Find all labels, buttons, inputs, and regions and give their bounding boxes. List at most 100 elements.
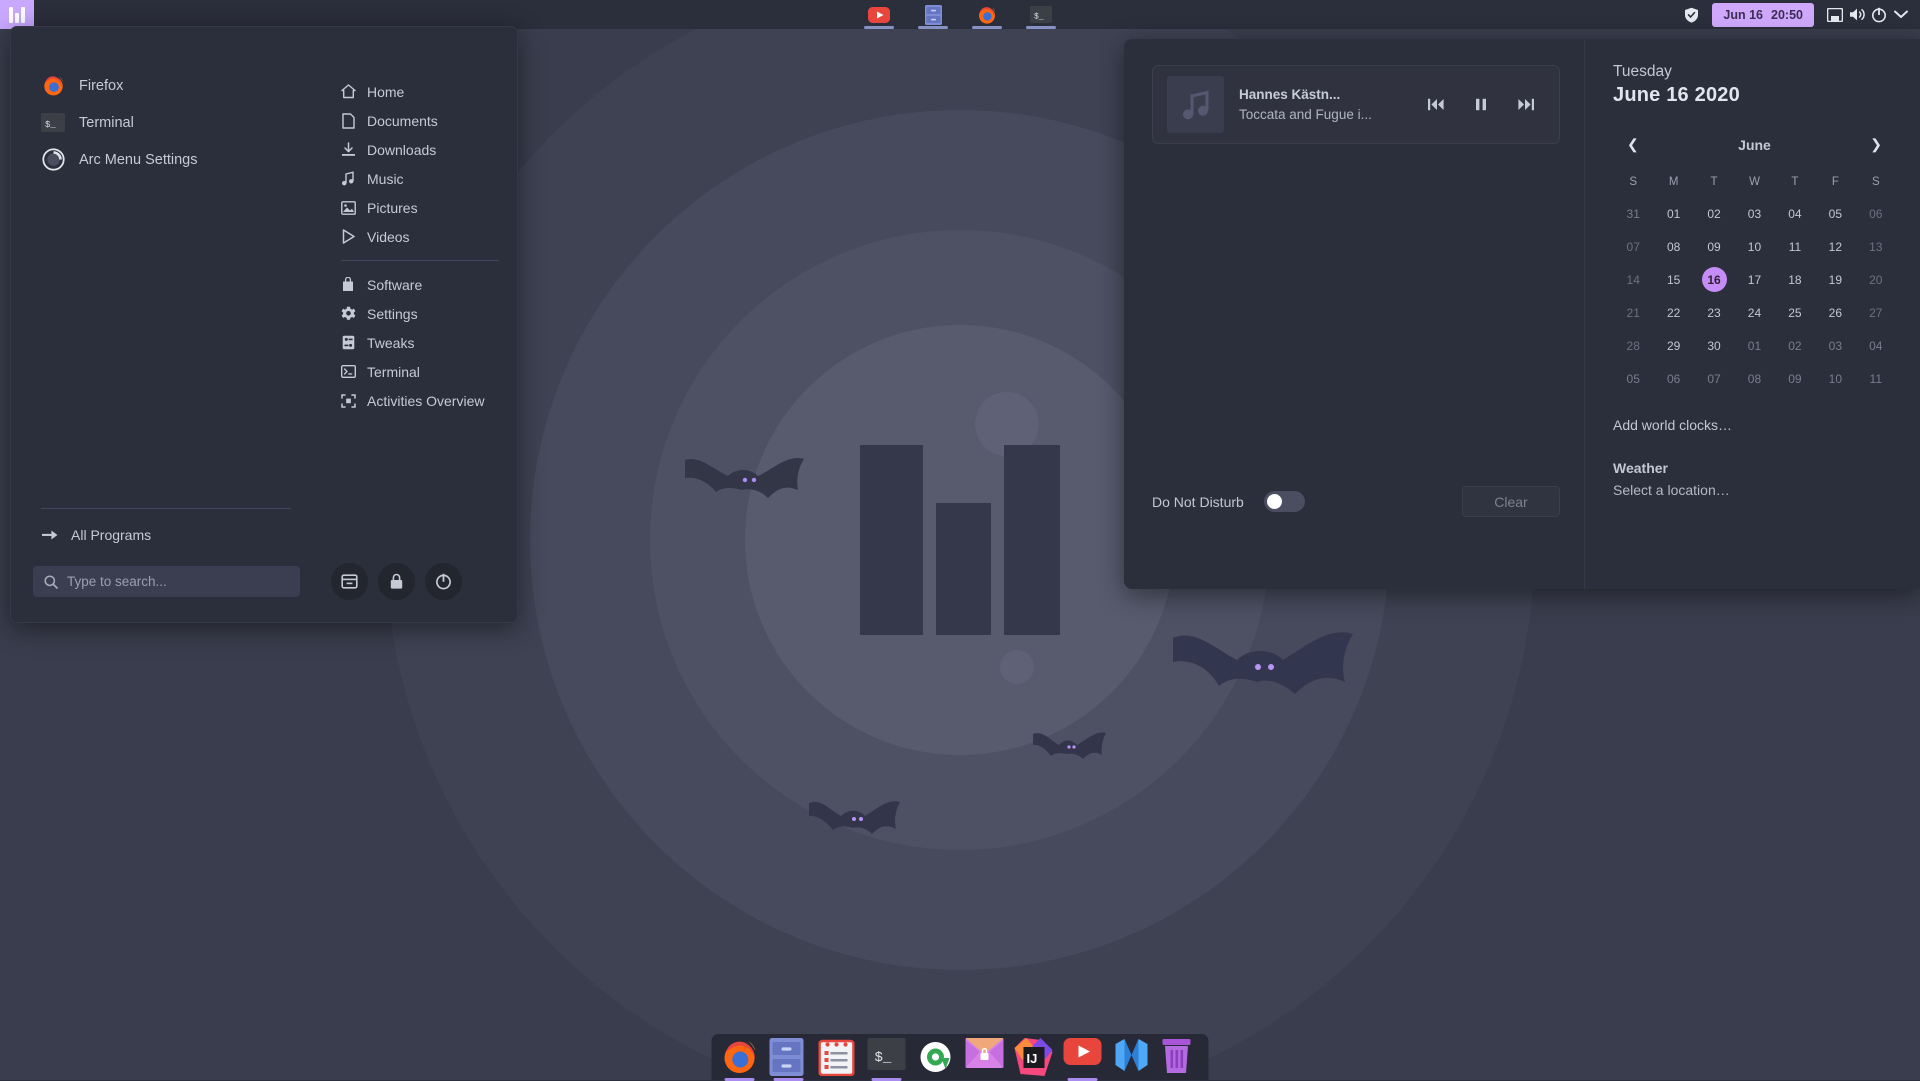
task-firefox-window[interactable] (970, 0, 1004, 29)
lock-button[interactable] (378, 563, 415, 600)
menu-item-documents[interactable]: Documents (331, 106, 505, 135)
clear-button[interactable]: Clear (1462, 486, 1560, 517)
calendar-day[interactable]: 19 (1815, 263, 1855, 296)
logout-button[interactable] (331, 563, 368, 600)
calendar-day[interactable]: 16 (1694, 263, 1734, 296)
weather-select-location-link[interactable]: Select a location… (1613, 482, 1896, 498)
menu-item-software[interactable]: Software (331, 270, 505, 299)
media-album-art (1167, 76, 1224, 133)
menu-item-videos[interactable]: Videos (331, 222, 505, 251)
all-programs-button[interactable]: All Programs (33, 519, 291, 550)
calendar-day[interactable]: 07 (1694, 362, 1734, 395)
shield-icon[interactable] (1680, 0, 1702, 29)
chevron-left-icon[interactable]: ❮ (1619, 133, 1647, 156)
calendar-day[interactable]: 09 (1775, 362, 1815, 395)
calendar-day[interactable]: 02 (1775, 329, 1815, 362)
calendar-day[interactable]: 05 (1613, 362, 1653, 395)
calendar-day[interactable]: 05 (1815, 197, 1855, 230)
calendar-day[interactable]: 31 (1613, 197, 1653, 230)
calendar-day[interactable]: 28 (1613, 329, 1653, 362)
menu-item-terminal[interactable]: Terminal (331, 357, 505, 386)
dock-intellij[interactable]: IJ (1015, 1038, 1053, 1076)
dock-trash[interactable] (1162, 1038, 1200, 1076)
menu-item-activities-overview[interactable]: Activities Overview (331, 386, 505, 415)
calendar-day[interactable]: 23 (1694, 296, 1734, 329)
calendar-day[interactable]: 06 (1653, 362, 1693, 395)
calendar-day[interactable]: 11 (1775, 230, 1815, 263)
search-input[interactable] (67, 574, 289, 589)
calendar-day[interactable]: 06 (1856, 197, 1896, 230)
calendar-day[interactable]: 10 (1734, 230, 1774, 263)
dock-updater[interactable] (917, 1038, 955, 1076)
dock-terminal[interactable]: $_ (868, 1038, 906, 1076)
shortcut-firefox[interactable]: Firefox (33, 67, 299, 104)
calendar-day[interactable]: 01 (1653, 197, 1693, 230)
menu-item-music[interactable]: Music (331, 164, 505, 193)
add-world-clocks-link[interactable]: Add world clocks… (1613, 417, 1896, 433)
calendar-day[interactable]: 02 (1694, 197, 1734, 230)
screencast-icon[interactable] (1824, 0, 1846, 29)
calendar-day[interactable]: 20 (1856, 263, 1896, 296)
calendar-day[interactable]: 03 (1734, 197, 1774, 230)
calendar-day[interactable]: 04 (1856, 329, 1896, 362)
calendar-dow-4: T (1775, 167, 1815, 197)
calendar-day[interactable]: 15 (1653, 263, 1693, 296)
calendar-day[interactable]: 09 (1694, 230, 1734, 263)
volume-icon[interactable] (1846, 0, 1868, 29)
calendar-day[interactable]: 21 (1613, 296, 1653, 329)
activities-button[interactable] (0, 0, 34, 29)
terminal-prompt-icon (340, 364, 356, 380)
power-icon[interactable] (1868, 0, 1890, 29)
shortcut-terminal[interactable]: $_ Terminal (33, 104, 299, 141)
dock-files[interactable] (770, 1038, 808, 1076)
chevron-down-icon[interactable] (1890, 0, 1912, 29)
all-programs-label: All Programs (71, 527, 151, 543)
task-youtube-window[interactable] (862, 0, 896, 29)
calendar-day[interactable]: 11 (1856, 362, 1896, 395)
calendar-day[interactable]: 18 (1775, 263, 1815, 296)
calendar-day-label: 30 (1702, 333, 1727, 358)
calendar-day[interactable]: 01 (1734, 329, 1774, 362)
calendar-day[interactable]: 25 (1775, 296, 1815, 329)
calendar-day[interactable]: 22 (1653, 296, 1693, 329)
calendar-day[interactable]: 04 (1775, 197, 1815, 230)
dnd-toggle[interactable] (1264, 491, 1305, 512)
dock-editor[interactable] (1113, 1038, 1151, 1076)
dock-youtube[interactable] (1064, 1038, 1102, 1076)
skip-next-icon[interactable] (1517, 96, 1535, 114)
menu-item-home[interactable]: Home (331, 77, 505, 106)
skip-previous-icon[interactable] (1427, 96, 1445, 114)
pause-icon[interactable] (1472, 96, 1490, 114)
dock-mail[interactable] (966, 1038, 1004, 1076)
clock-button[interactable]: Jun 16 20:50 (1712, 3, 1814, 27)
calendar-day[interactable]: 12 (1815, 230, 1855, 263)
dock-firefox[interactable] (721, 1038, 759, 1076)
calendar-day[interactable]: 24 (1734, 296, 1774, 329)
calendar-day[interactable]: 08 (1653, 230, 1693, 263)
menu-item-pictures[interactable]: Pictures (331, 193, 505, 222)
shortcut-arc-menu-settings[interactable]: Arc Menu Settings (33, 141, 299, 178)
calendar-day[interactable]: 08 (1734, 362, 1774, 395)
menu-item-settings[interactable]: Settings (331, 299, 505, 328)
task-terminal-window[interactable]: $_ (1024, 0, 1058, 29)
menu-item-tweaks[interactable]: Tweaks (331, 328, 505, 357)
calendar-day[interactable]: 07 (1613, 230, 1653, 263)
calendar-day[interactable]: 17 (1734, 263, 1774, 296)
calendar-day[interactable]: 10 (1815, 362, 1855, 395)
calendar-day[interactable]: 27 (1856, 296, 1896, 329)
media-player-notification[interactable]: Hannes Kästn... Toccata and Fugue i... (1152, 65, 1560, 144)
calendar-day[interactable]: 03 (1815, 329, 1855, 362)
chevron-right-icon[interactable]: ❯ (1862, 133, 1890, 156)
calendar-day[interactable]: 30 (1694, 329, 1734, 362)
calendar-day[interactable]: 13 (1856, 230, 1896, 263)
calendar-day-label: 09 (1702, 234, 1727, 259)
calendar-day-label: 03 (1742, 201, 1767, 226)
power-button[interactable] (425, 563, 462, 600)
calendar-day[interactable]: 29 (1653, 329, 1693, 362)
calendar-day[interactable]: 26 (1815, 296, 1855, 329)
task-files-window[interactable] (916, 0, 950, 29)
menu-item-downloads[interactable]: Downloads (331, 135, 505, 164)
calendar-day[interactable]: 14 (1613, 263, 1653, 296)
dock-notes[interactable] (819, 1038, 857, 1076)
search-box[interactable] (33, 566, 300, 597)
